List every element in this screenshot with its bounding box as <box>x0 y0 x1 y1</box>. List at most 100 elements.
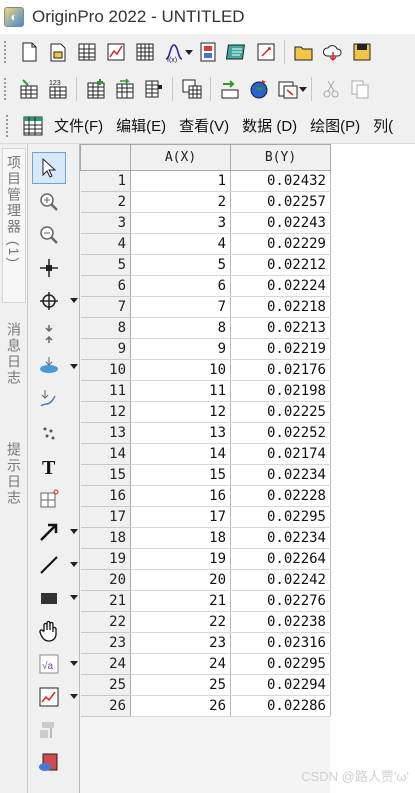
cell-a[interactable]: 7 <box>130 296 231 318</box>
new-excel-icon[interactable] <box>255 41 277 63</box>
new-notes-icon[interactable] <box>225 41 248 63</box>
cell-b[interactable]: 0.02228 <box>230 485 331 507</box>
row-number[interactable]: 16 <box>80 485 131 507</box>
menu-view[interactable]: 查看(V) <box>179 115 229 136</box>
row-number[interactable]: 22 <box>80 611 131 633</box>
add-column-icon[interactable] <box>85 78 107 100</box>
row-number[interactable]: 3 <box>80 212 131 234</box>
tab-message-log[interactable]: 消息日志 <box>2 316 26 426</box>
row-number[interactable]: 24 <box>80 653 131 675</box>
row-number[interactable]: 13 <box>80 422 131 444</box>
mask-icon[interactable] <box>32 318 66 350</box>
menu-plot[interactable]: 绘图(P) <box>310 115 360 136</box>
cell-b[interactable]: 0.02212 <box>230 254 331 276</box>
cell-b[interactable]: 0.02219 <box>230 338 331 360</box>
new-layout-icon[interactable] <box>197 41 219 63</box>
globe-icon[interactable] <box>248 78 270 100</box>
cell-a[interactable]: 1 <box>130 170 231 192</box>
data-reader-icon[interactable] <box>32 252 66 284</box>
function-dropdown-icon[interactable] <box>185 50 193 55</box>
cell-b[interactable]: 0.02234 <box>230 464 331 486</box>
rectangle-tool-icon[interactable] <box>32 582 78 614</box>
cell-b[interactable]: 0.02264 <box>230 548 331 570</box>
cell-b[interactable]: 0.02295 <box>230 653 331 675</box>
cell-a[interactable]: 19 <box>130 548 231 570</box>
cell-a[interactable]: 21 <box>130 590 231 612</box>
add-sheet-icon[interactable] <box>114 78 136 100</box>
cell-a[interactable]: 22 <box>130 611 231 633</box>
zoom-in-icon[interactable] <box>32 186 66 218</box>
rescale-dropdown-icon[interactable] <box>299 87 307 92</box>
row-number[interactable]: 1 <box>80 170 131 192</box>
cell-b[interactable]: 0.02432 <box>230 170 331 192</box>
cell-b[interactable]: 0.02198 <box>230 380 331 402</box>
draw-data-icon[interactable] <box>32 384 66 416</box>
cell-b[interactable]: 0.02238 <box>230 611 331 633</box>
cell-b[interactable]: 0.02176 <box>230 359 331 381</box>
cell-a[interactable]: 10 <box>130 359 231 381</box>
cell-a[interactable]: 25 <box>130 674 231 696</box>
cell-b[interactable]: 0.02295 <box>230 506 331 528</box>
cell-b[interactable]: 0.02286 <box>230 695 331 717</box>
object-icon[interactable] <box>32 747 66 779</box>
cell-a[interactable]: 20 <box>130 569 231 591</box>
open-icon[interactable] <box>293 41 315 63</box>
duplicate-icon[interactable] <box>181 78 203 100</box>
transfer-icon[interactable] <box>219 78 241 100</box>
arrow-tool-icon[interactable] <box>32 516 78 548</box>
scatter-points-icon[interactable] <box>32 417 66 449</box>
column-header-a[interactable]: A(X) <box>130 144 231 171</box>
menubar-grip[interactable] <box>6 114 12 137</box>
cell-b[interactable]: 0.02257 <box>230 191 331 213</box>
cell-a[interactable]: 4 <box>130 233 231 255</box>
pan-hand-icon[interactable] <box>32 615 66 647</box>
row-number[interactable]: 9 <box>80 338 131 360</box>
cell-b[interactable]: 0.02276 <box>230 590 331 612</box>
cell-a[interactable]: 24 <box>130 653 231 675</box>
screen-reader-icon[interactable] <box>32 285 78 317</box>
zoom-out-icon[interactable] <box>32 219 66 251</box>
row-number[interactable]: 25 <box>80 674 131 696</box>
cell-b[interactable]: 0.02242 <box>230 569 331 591</box>
region-select-icon[interactable] <box>32 351 78 383</box>
cell-a[interactable]: 18 <box>130 527 231 549</box>
cell-a[interactable]: 8 <box>130 317 231 339</box>
row-number[interactable]: 5 <box>80 254 131 276</box>
cell-a[interactable]: 9 <box>130 338 231 360</box>
cloud-icon[interactable] <box>322 41 344 63</box>
cell-a[interactable]: 17 <box>130 506 231 528</box>
rescale-icon[interactable] <box>277 78 299 100</box>
insert-graph-icon[interactable] <box>32 681 78 713</box>
corner-cell[interactable] <box>80 144 131 171</box>
cell-a[interactable]: 15 <box>130 464 231 486</box>
worksheet[interactable]: A(X) B(Y) 1 1 0.02432 2 2 0.02257 3 3 0.02243 4 4 0… <box>80 144 415 793</box>
new-matrix-icon[interactable] <box>134 41 156 63</box>
row-number[interactable]: 6 <box>80 275 131 297</box>
copy-icon[interactable] <box>349 78 371 100</box>
tab-hint-log[interactable]: 提示日志 <box>2 436 26 536</box>
tab-project-manager[interactable]: 项目管理器 (1) <box>2 148 26 303</box>
worksheet-icon[interactable] <box>22 115 44 137</box>
new-function-icon[interactable]: f(x) <box>163 41 185 63</box>
row-number[interactable]: 15 <box>80 464 131 486</box>
toolbar-grip[interactable] <box>4 41 10 63</box>
row-number[interactable]: 8 <box>80 317 131 339</box>
row-number[interactable]: 21 <box>80 590 131 612</box>
row-number[interactable]: 20 <box>80 569 131 591</box>
row-number[interactable]: 19 <box>80 548 131 570</box>
new-folder-icon[interactable] <box>47 41 69 63</box>
row-number[interactable]: 12 <box>80 401 131 423</box>
cell-a[interactable]: 12 <box>130 401 231 423</box>
cell-b[interactable]: 0.02316 <box>230 632 331 654</box>
cell-b[interactable]: 0.02224 <box>230 275 331 297</box>
row-number[interactable]: 23 <box>80 632 131 654</box>
text-tool-icon[interactable]: T <box>32 450 66 482</box>
menu-file[interactable]: 文件(F) <box>54 115 103 136</box>
annotation-icon[interactable] <box>32 483 66 515</box>
cell-a[interactable]: 14 <box>130 443 231 465</box>
cell-a[interactable]: 13 <box>130 422 231 444</box>
column-header-b[interactable]: B(Y) <box>230 144 331 171</box>
cell-a[interactable]: 6 <box>130 275 231 297</box>
cell-b[interactable]: 0.02252 <box>230 422 331 444</box>
cell-a[interactable]: 2 <box>130 191 231 213</box>
